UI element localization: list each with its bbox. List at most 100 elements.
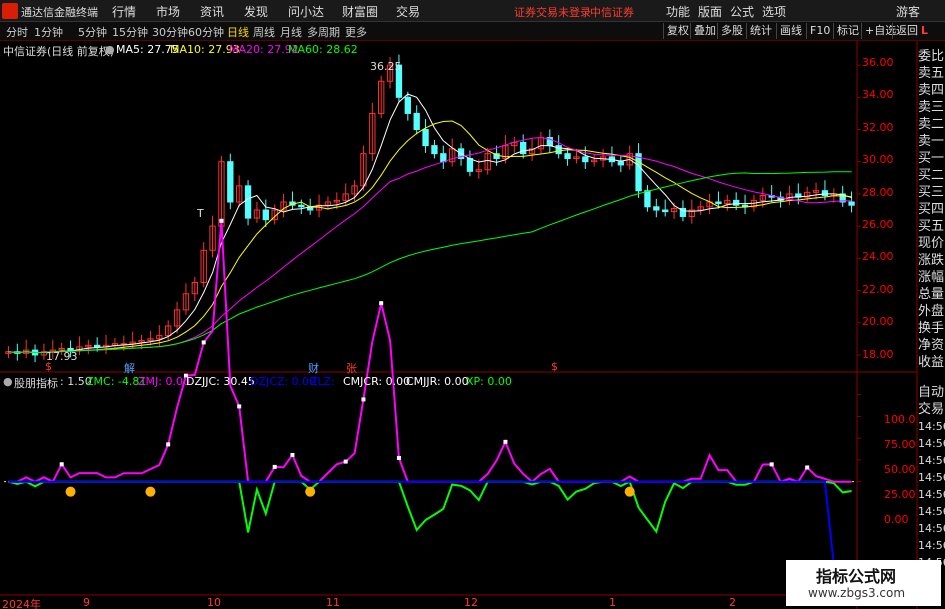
price-tick: 36.00: [862, 56, 894, 69]
quote-label[interactable]: 买一: [918, 150, 945, 167]
guest-user[interactable]: 游客: [896, 3, 920, 20]
menu-discover[interactable]: 发现: [244, 3, 268, 20]
high-price-label: 36.25: [370, 60, 402, 73]
quote-label[interactable]: 买四: [918, 201, 945, 218]
quote-label[interactable]: 涨幅: [918, 269, 945, 286]
zmj-label: ZMJ: 0.00: [138, 375, 190, 388]
mark-button[interactable]: 标记: [833, 23, 862, 39]
menu-wealth[interactable]: 财富圈: [342, 3, 378, 20]
quote-label[interactable]: 卖一: [918, 133, 945, 150]
quote-label[interactable]: 委比: [918, 48, 945, 65]
broker-link[interactable]: 中信证券: [590, 4, 634, 20]
menu-market[interactable]: 市场: [156, 3, 180, 20]
event-marker[interactable]: 解: [124, 360, 135, 376]
quote-label[interactable]: 涨跌: [918, 252, 945, 269]
quote-label[interactable]: 买二: [918, 167, 945, 184]
event-marker[interactable]: 张: [346, 360, 357, 376]
tab-multi-period[interactable]: 多周期: [307, 24, 340, 40]
tab-daily[interactable]: 日线: [227, 24, 249, 40]
event-marker[interactable]: 财: [308, 360, 319, 376]
ma60-line: [8, 171, 852, 354]
candle-body: [298, 204, 305, 208]
dzjcz-line: [8, 480, 852, 566]
menu-quotes[interactable]: 行情: [112, 3, 136, 20]
overlay-button[interactable]: 叠加: [690, 23, 719, 39]
kline-chart-svg[interactable]: [0, 41, 945, 609]
candle-body: [848, 201, 855, 206]
menu-trade[interactable]: 交易: [396, 3, 420, 20]
tab-monthly[interactable]: 月线: [280, 24, 302, 40]
price-tick: 22.00: [862, 283, 894, 296]
menu-bar: 通达信金融终端 行情 市场 资讯 发现 问小达 财富圈 交易 证券交易未登录 中…: [0, 0, 945, 22]
zmj-point: [769, 462, 774, 467]
quote-label[interactable]: 净资: [918, 337, 945, 354]
menu-formula[interactable]: 公式: [730, 3, 754, 20]
draw-line-button[interactable]: 画线: [776, 23, 805, 39]
quote-label[interactable]: 外盘: [918, 303, 945, 320]
money-bag-icon: [145, 486, 156, 497]
tab-weekly[interactable]: 周线: [253, 24, 275, 40]
zmj-line: [8, 220, 852, 484]
back-button[interactable]: 返回: [892, 23, 921, 39]
menu-layout[interactable]: 版面: [698, 3, 722, 20]
quote-label[interactable]: 卖三: [918, 99, 945, 116]
tab-60min[interactable]: 60分钟: [188, 24, 224, 40]
tab-30min[interactable]: 30分钟: [152, 24, 188, 40]
app-title: 通达信金融终端: [21, 6, 98, 19]
f10-button[interactable]: F10: [806, 23, 833, 39]
tab-intraday[interactable]: 分时: [6, 24, 28, 40]
tick-time: 14:56: [918, 420, 945, 433]
stats-button[interactable]: 统计: [746, 23, 775, 39]
chart-area[interactable]: 中信证券(日线 前复权) ● MA5: 27.75 MA10: 27.93 MA…: [0, 41, 945, 609]
cmjcr-label: CMJCR: 0.00: [343, 375, 411, 388]
tab-1min[interactable]: 1分钟: [34, 24, 63, 40]
app-logo-icon: [2, 3, 18, 19]
quote-label[interactable]: 买三: [918, 184, 945, 201]
menu-function[interactable]: 功能: [666, 3, 690, 20]
quote-label[interactable]: 换手: [918, 320, 945, 337]
zmj-point: [237, 404, 242, 409]
price-tick: 28.00: [862, 186, 894, 199]
menu-options[interactable]: 选项: [762, 3, 786, 20]
adjust-button[interactable]: 复权: [663, 23, 692, 39]
quote-label[interactable]: 卖五: [918, 65, 945, 82]
quote-label[interactable]: 现价: [918, 235, 945, 252]
quote-label[interactable]: 买五: [918, 218, 945, 235]
tick-label[interactable]: 交易: [918, 401, 945, 418]
trade-login-notice[interactable]: 证券交易未登录: [514, 4, 591, 20]
money-bag-icon: [624, 486, 635, 497]
menu-news[interactable]: 资讯: [200, 3, 224, 20]
tab-more[interactable]: 更多: [345, 24, 367, 40]
date-tick: 1: [609, 596, 616, 609]
candle-body: [635, 153, 642, 192]
date-tick: 11: [326, 596, 340, 609]
ma20-line: [8, 136, 852, 354]
indicator-tick: 75.00: [884, 438, 916, 451]
zmj-point: [290, 452, 295, 457]
multi-stock-button[interactable]: 多股: [717, 23, 746, 39]
candle-body: [466, 157, 474, 172]
quote-label[interactable]: 卖二: [918, 116, 945, 133]
zmj-point: [379, 301, 384, 306]
candle-body: [653, 206, 660, 211]
zmj-point: [166, 442, 171, 447]
candle-body: [94, 344, 101, 348]
candle-body: [662, 209, 669, 213]
event-marker[interactable]: $: [551, 360, 558, 373]
legend-dot-icon: ●: [105, 43, 115, 56]
menu-ask[interactable]: 问小达: [288, 3, 324, 20]
quote-label[interactable]: 收益: [918, 354, 945, 371]
tab-5min[interactable]: 5分钟: [78, 24, 107, 40]
event-marker[interactable]: $: [45, 360, 52, 373]
quote-label[interactable]: 总量: [918, 286, 945, 303]
candle-body: [564, 153, 571, 159]
zmj-point: [59, 462, 64, 467]
tab-15min[interactable]: 15分钟: [112, 24, 148, 40]
zmj-point: [805, 465, 810, 470]
tick-time: 14:56: [918, 505, 945, 518]
tick-label[interactable]: 自动: [918, 384, 945, 401]
candle-body: [244, 185, 252, 219]
watermark-logo: 指标公式网 www.zbgs3.com: [786, 560, 941, 606]
price-tick: 20.00: [862, 315, 894, 328]
quote-label[interactable]: 卖四: [918, 82, 945, 99]
